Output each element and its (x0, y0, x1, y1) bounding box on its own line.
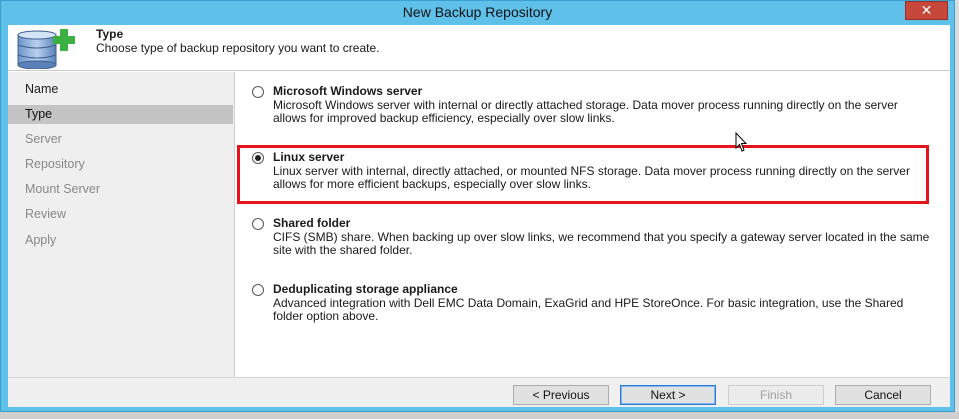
dialog-client-area: Type Choose type of backup repository yo… (8, 25, 950, 407)
finish-button: Finish (728, 385, 824, 405)
step-review: Review (25, 207, 66, 221)
radio-shared-folder[interactable] (252, 218, 264, 230)
option-description: Advanced integration with Dell EMC Data … (273, 296, 904, 323)
step-type[interactable]: Type (8, 105, 233, 124)
step-server: Server (25, 132, 62, 146)
annotation-highlight-box (237, 145, 929, 204)
radio-deduplicating-appliance[interactable] (252, 284, 264, 296)
option-title[interactable]: Microsoft Windows server (273, 84, 422, 98)
title-bar[interactable]: New Backup Repository ✕ (1, 1, 954, 25)
previous-button[interactable]: < Previous (513, 385, 609, 405)
close-icon: ✕ (920, 2, 933, 18)
page-subtitle: Choose type of backup repository you wan… (96, 41, 380, 55)
dialog-window: New Backup Repository ✕ Type Choose type… (0, 0, 955, 412)
repository-type-options: Microsoft Windows server Microsoft Windo… (236, 72, 950, 377)
wizard-header: Type Choose type of backup repository yo… (8, 25, 950, 71)
database-add-icon (17, 29, 75, 69)
step-name[interactable]: Name (8, 80, 233, 99)
step-apply: Apply (25, 233, 57, 247)
option-description: Microsoft Windows server with internal o… (273, 98, 898, 125)
wizard-footer: < Previous Next > Finish Cancel (8, 377, 950, 407)
radio-windows-server[interactable] (252, 86, 264, 98)
page-title: Type (96, 27, 124, 41)
option-description: CIFS (SMB) share. When backing up over s… (273, 230, 930, 257)
taskbar-strip (0, 412, 959, 419)
step-repository: Repository (25, 157, 85, 171)
next-button[interactable]: Next > (620, 385, 716, 405)
option-title[interactable]: Deduplicating storage appliance (273, 282, 458, 296)
option-title[interactable]: Shared folder (273, 216, 350, 230)
window-title: New Backup Repository (402, 4, 553, 20)
cancel-button[interactable]: Cancel (835, 385, 931, 405)
close-button[interactable]: ✕ (905, 1, 948, 20)
wizard-steps-sidebar: Name Type Server Repository Mount Server… (8, 72, 235, 377)
mouse-pointer-icon (735, 132, 747, 152)
step-mount-server: Mount Server (25, 182, 101, 196)
